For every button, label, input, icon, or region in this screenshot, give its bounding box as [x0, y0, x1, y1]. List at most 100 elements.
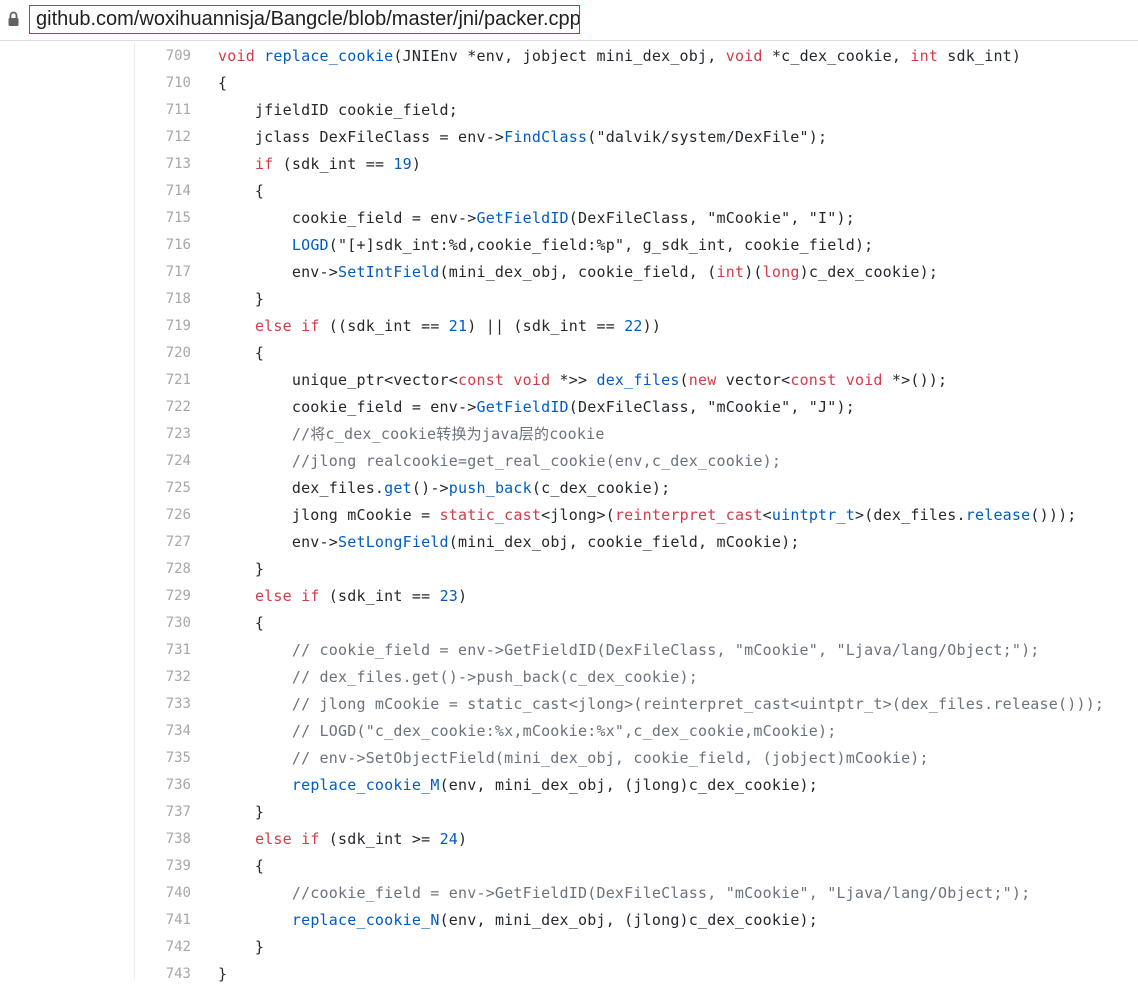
code-token: )(	[744, 263, 763, 281]
line-number[interactable]: 720	[134, 340, 191, 367]
code-line: 732 // dex_files.get()->push_back(c_dex_…	[0, 664, 1138, 691]
code-line: 726 jlong mCookie = static_cast<jlong>(r…	[0, 502, 1138, 529]
code-line: 730 {	[0, 610, 1138, 637]
code-token: (mini_dex_obj, cookie_field, (	[439, 263, 717, 281]
code-token: // cookie_field = env->GetFieldID(DexFil…	[218, 641, 1040, 659]
line-number[interactable]: 710	[134, 70, 191, 97]
line-number[interactable]: 734	[134, 718, 191, 745]
code-token: 23	[439, 587, 459, 605]
code-token: (c_dex_cookie);	[531, 479, 671, 497]
line-number[interactable]: 735	[134, 745, 191, 772]
line-number[interactable]: 726	[134, 502, 191, 529]
line-number[interactable]: 711	[134, 97, 191, 124]
line-number[interactable]: 738	[134, 826, 191, 853]
code-token: FindClass	[504, 128, 588, 146]
code-line: 711 jfieldID cookie_field;	[0, 97, 1138, 124]
code-line: 737 }	[0, 799, 1138, 826]
code-token: {	[218, 182, 265, 200]
line-number[interactable]: 736	[134, 772, 191, 799]
line-number[interactable]: 712	[134, 124, 191, 151]
url-field[interactable]: github.com/woxihuannisja/Bangcle/blob/ma…	[29, 5, 580, 34]
code-line: 739 {	[0, 853, 1138, 880]
code-token: replace_cookie_N	[291, 911, 440, 929]
line-number[interactable]: 725	[134, 475, 191, 502]
line-number[interactable]: 742	[134, 934, 191, 961]
code-token: void	[725, 47, 763, 65]
code-token: int	[910, 47, 939, 65]
code-line: 738 else if (sdk_int >= 24)	[0, 826, 1138, 853]
code-token: ) || (sdk_int ==	[467, 317, 625, 335]
code-text: env->SetLongField(mini_dex_obj, cookie_f…	[218, 529, 800, 556]
code-token: cookie_field = env->	[218, 209, 477, 227]
line-number[interactable]: 715	[134, 205, 191, 232]
line-number[interactable]: 741	[134, 907, 191, 934]
code-token: // dex_files.get()->push_back(c_dex_cook…	[218, 668, 698, 686]
code-token: (DexFileClass, "mCookie", "I");	[568, 209, 855, 227]
line-number[interactable]: 722	[134, 394, 191, 421]
code-text: }	[218, 934, 264, 961]
code-text: cookie_field = env->GetFieldID(DexFileCl…	[218, 205, 855, 232]
code-text: {	[218, 853, 264, 880]
line-number[interactable]: 717	[134, 259, 191, 286]
code-token: unique_ptr<vector<	[218, 371, 458, 389]
code-token: 24	[439, 830, 459, 848]
code-text: // dex_files.get()->push_back(c_dex_cook…	[218, 664, 698, 691]
line-number[interactable]: 709	[134, 43, 191, 70]
code-token: (env, mini_dex_obj, (jlong)c_dex_cookie)…	[439, 776, 819, 794]
code-token: //jlong realcookie=get_real_cookie(env,c…	[218, 452, 782, 470]
code-token: <jlong>(	[541, 506, 615, 524]
line-number[interactable]: 716	[134, 232, 191, 259]
line-number[interactable]: 724	[134, 448, 191, 475]
line-number[interactable]: 729	[134, 583, 191, 610]
code-line: 733 // jlong mCookie = static_cast<jlong…	[0, 691, 1138, 718]
code-line: 734 // LOGD("c_dex_cookie:%x,mCookie:%x"…	[0, 718, 1138, 745]
line-number[interactable]: 739	[134, 853, 191, 880]
code-token: if	[254, 155, 274, 173]
code-line: 710 {	[0, 70, 1138, 97]
line-number[interactable]: 740	[134, 880, 191, 907]
line-number[interactable]: 719	[134, 313, 191, 340]
line-number[interactable]: 728	[134, 556, 191, 583]
code-token: ((sdk_int ==	[319, 317, 449, 335]
code-token: replace_cookie_M	[291, 776, 440, 794]
code-line: 719 else if ((sdk_int == 21) || (sdk_int…	[0, 313, 1138, 340]
code-text: jclass DexFileClass = env->FindClass("da…	[218, 124, 827, 151]
code-token: ("[+]sdk_int:%d,cookie_field:%p", g_sdk_…	[328, 236, 874, 254]
line-number[interactable]: 737	[134, 799, 191, 826]
code-token: cookie_field = env->	[218, 398, 477, 416]
line-number[interactable]: 723	[134, 421, 191, 448]
code-token: static_cast	[439, 506, 542, 524]
line-number[interactable]: 727	[134, 529, 191, 556]
line-number[interactable]: 718	[134, 286, 191, 313]
code-line: 742 }	[0, 934, 1138, 961]
line-number[interactable]: 721	[134, 367, 191, 394]
code-line: 724 //jlong realcookie=get_real_cookie(e…	[0, 448, 1138, 475]
code-text: {	[218, 340, 264, 367]
line-number[interactable]: 743	[134, 961, 191, 988]
code-line: 721 unique_ptr<vector<const void *>> dex…	[0, 367, 1138, 394]
code-token: )	[458, 587, 468, 605]
code-token: ()));	[1030, 506, 1077, 524]
code-text: if (sdk_int == 19)	[218, 151, 421, 178]
code-token: *>());	[882, 371, 948, 389]
line-number[interactable]: 713	[134, 151, 191, 178]
line-number[interactable]: 732	[134, 664, 191, 691]
lock-icon[interactable]	[8, 11, 19, 27]
code-token: 19	[393, 155, 412, 173]
code-token: SetIntField	[338, 263, 440, 281]
code-line: 728 }	[0, 556, 1138, 583]
line-number[interactable]: 730	[134, 610, 191, 637]
code-text: LOGD("[+]sdk_int:%d,cookie_field:%p", g_…	[218, 232, 873, 259]
code-token: LOGD	[291, 236, 329, 254]
code-token: // LOGD("c_dex_cookie:%x,mCookie:%x",c_d…	[218, 722, 837, 740]
line-number[interactable]: 733	[134, 691, 191, 718]
code-text: replace_cookie_N(env, mini_dex_obj, (jlo…	[218, 907, 818, 934]
code-token: dex_files	[596, 371, 680, 389]
line-number[interactable]: 731	[134, 637, 191, 664]
code-text: else if ((sdk_int == 21) || (sdk_int == …	[218, 313, 661, 340]
code-line: 715 cookie_field = env->GetFieldID(DexFi…	[0, 205, 1138, 232]
line-number[interactable]: 714	[134, 178, 191, 205]
